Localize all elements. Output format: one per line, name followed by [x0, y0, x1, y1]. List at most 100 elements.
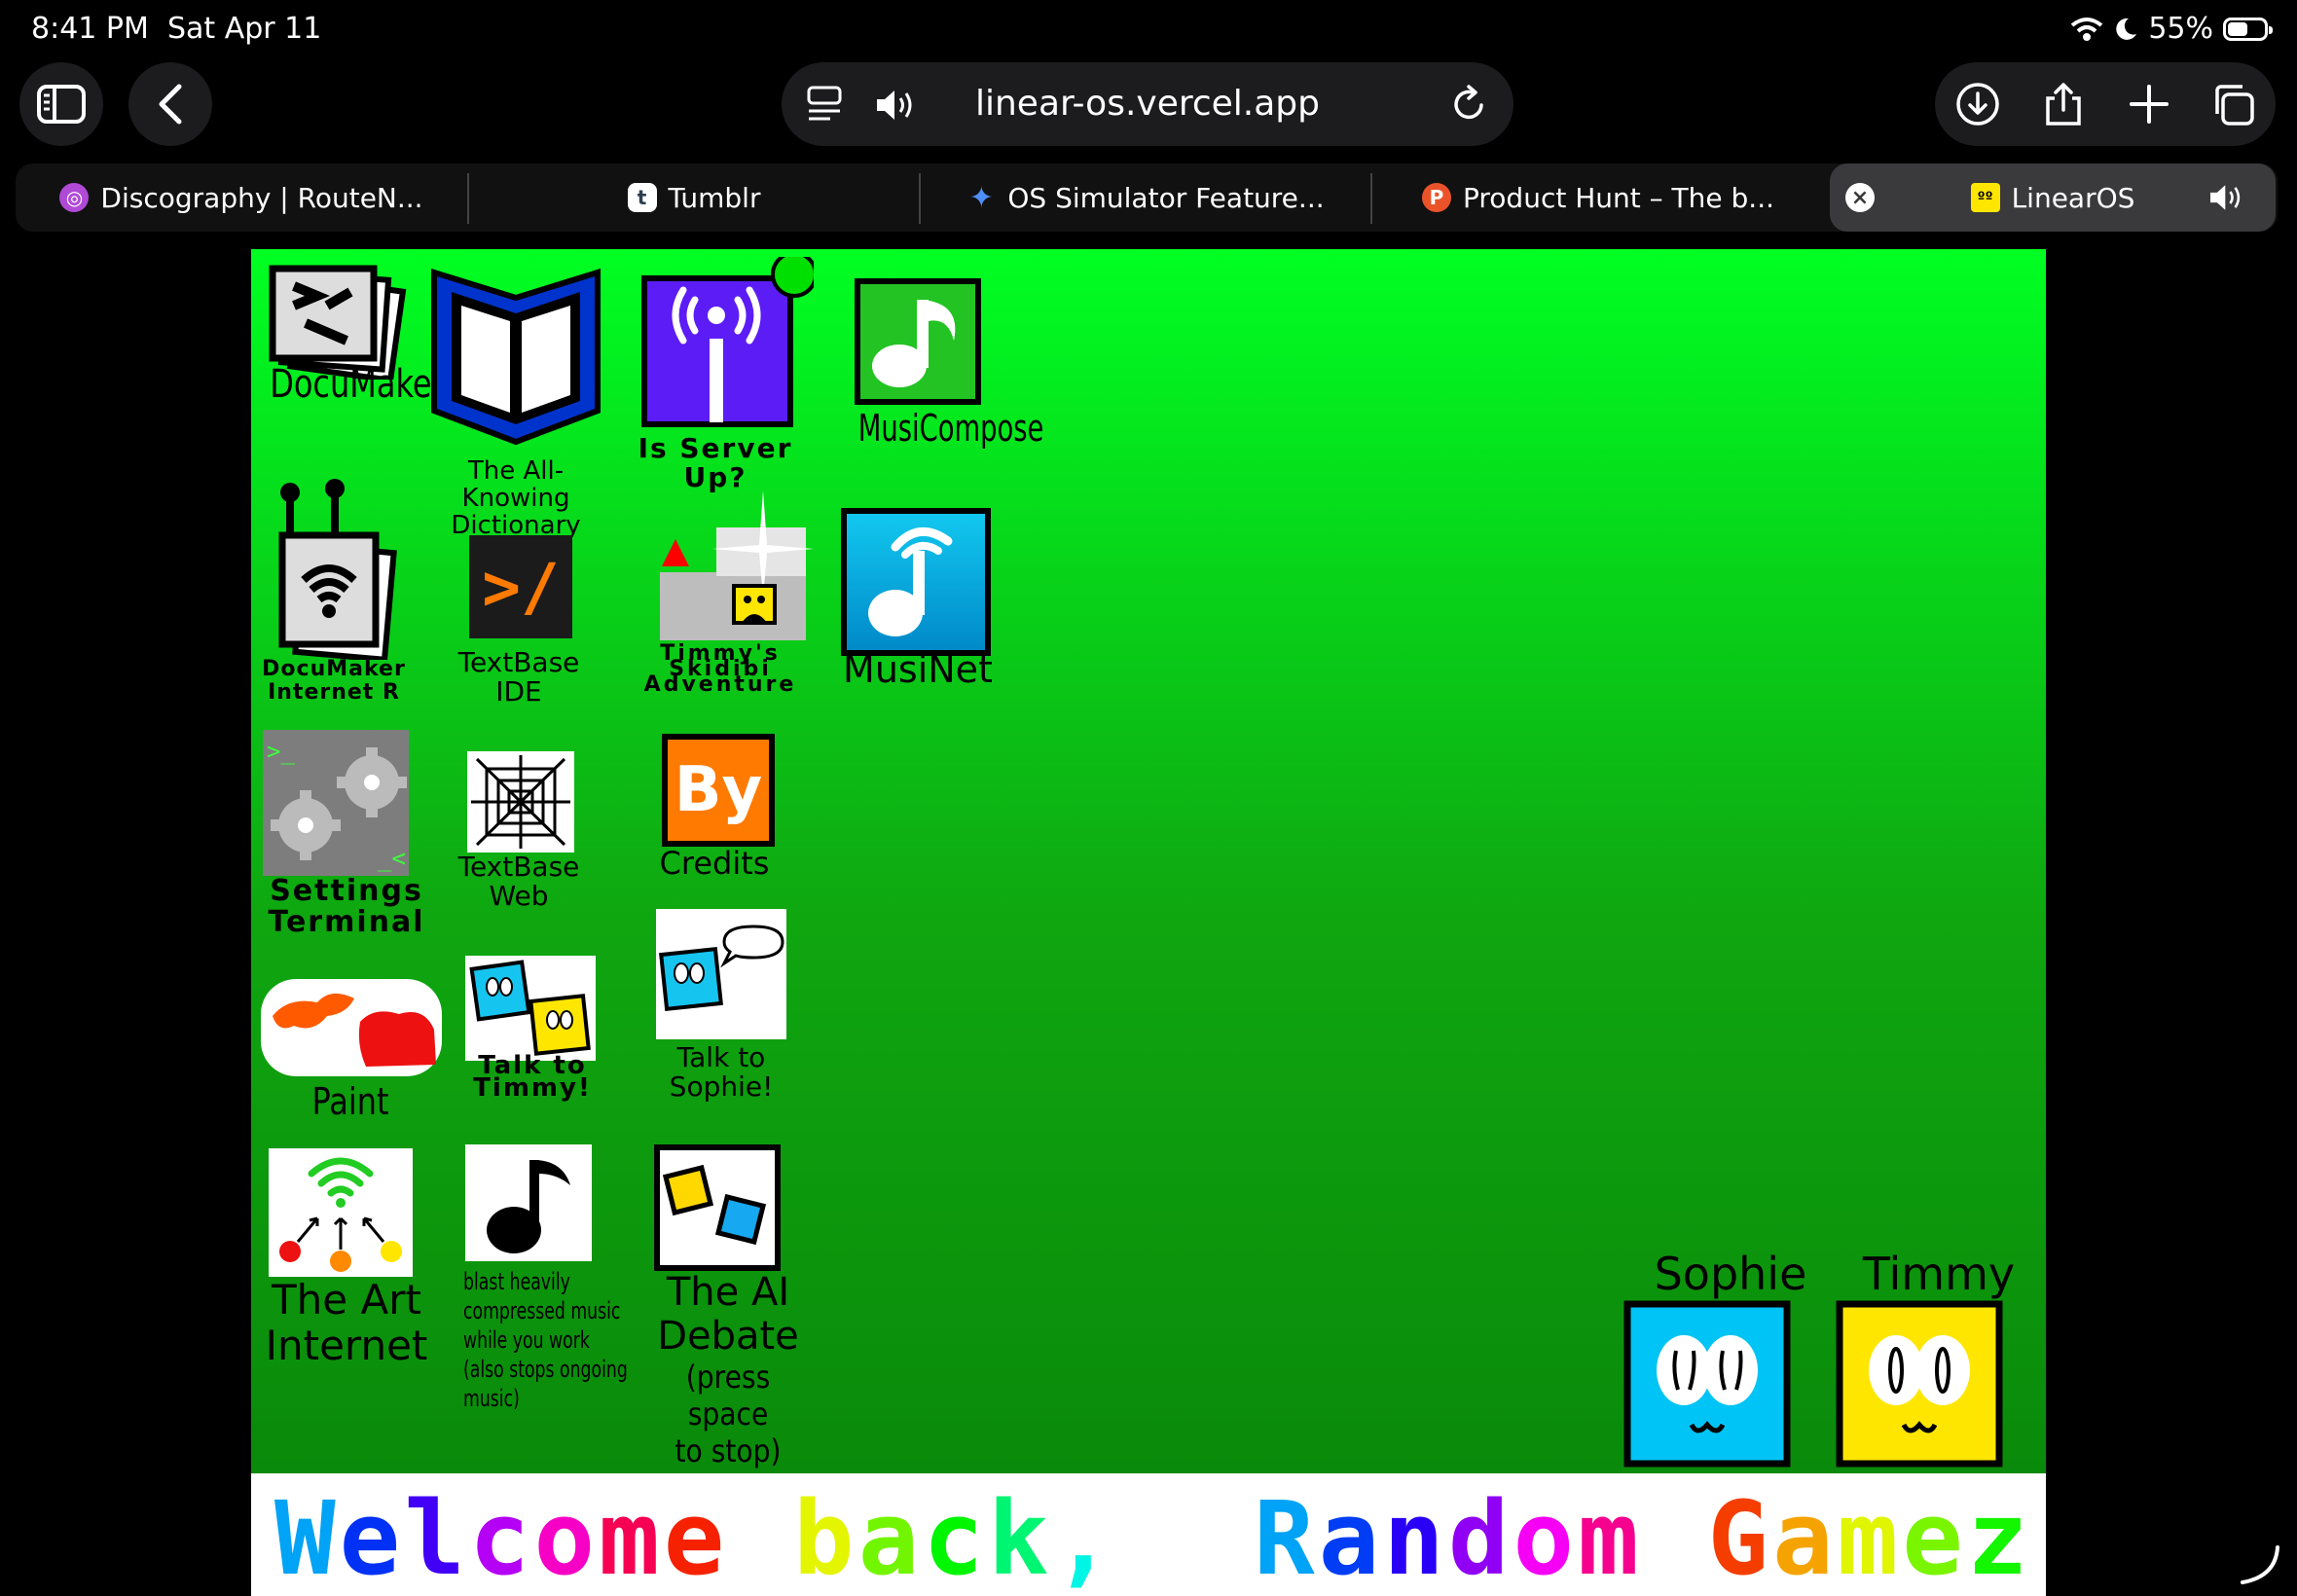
- blast-music-label-line: music): [463, 1385, 520, 1412]
- music-note-icon: [855, 278, 981, 405]
- timmy-name: Timmy: [1862, 1248, 2016, 1300]
- username-text: Random Gamez J: [1254, 1479, 2046, 1596]
- textbase-ide-label-line: TextBase: [457, 646, 580, 678]
- textbase-web-label: TextBase Web: [446, 852, 592, 911]
- status-bar: 8:41 PM Sat Apr 11 55%: [0, 0, 2297, 58]
- blast-music-label: blast heavily compressed music while you…: [463, 1267, 628, 1413]
- art-internet-label: The Art Internet: [251, 1277, 444, 1368]
- moon-icon: [2116, 18, 2137, 40]
- app-credits[interactable]: By Credits: [660, 734, 796, 899]
- welcome-letter: m: [1578, 1479, 1643, 1596]
- sophie-name: Sophie: [1654, 1248, 1807, 1300]
- server-label-line: Is Server: [638, 432, 793, 464]
- tab-product-hunt[interactable]: P Product Hunt – The b...: [1372, 163, 1824, 232]
- battery-icon: [2223, 17, 2273, 41]
- tab-linearos[interactable]: × ºº LinearOS: [1830, 163, 2276, 232]
- welcome-letter: z: [1966, 1479, 2032, 1596]
- settings-terminal-label-line: Settings: [270, 874, 423, 908]
- wifi-icon: [2071, 17, 2103, 41]
- welcome-letter: a: [1318, 1479, 1384, 1596]
- tab-label: Tumblr: [668, 181, 761, 214]
- app-textbase-web[interactable]: TextBase Web: [458, 751, 584, 926]
- tabs-overview-icon[interactable]: [2209, 81, 2256, 127]
- app-talk-to-sophie[interactable]: Talk to Sophie!: [656, 909, 792, 1113]
- reload-icon[interactable]: [1449, 84, 1488, 125]
- app-paint[interactable]: Paint: [259, 977, 450, 1143]
- tab-os-simulator[interactable]: ✦ OS Simulator Feature...: [921, 163, 1370, 232]
- quarter-note-icon: [465, 1144, 592, 1261]
- sidebar-toggle-button[interactable]: [19, 62, 103, 146]
- welcome-letter: R: [1254, 1479, 1319, 1596]
- app-art-internet[interactable]: The Art Internet: [266, 1148, 428, 1382]
- welcome-letter: e: [339, 1479, 405, 1596]
- linearos-icon: ºº: [1970, 183, 2000, 212]
- battery-fill: [2228, 21, 2247, 36]
- welcome-letter: m: [599, 1479, 664, 1596]
- chevron-left-icon: [159, 84, 182, 125]
- sophie-chat-icon: [656, 909, 786, 1039]
- welcome-letter: o: [1513, 1479, 1579, 1596]
- battery-percent: 55%: [2148, 12, 2213, 46]
- talk-to-sophie-label-line: Talk to: [676, 1041, 766, 1073]
- app-timmys-adventure[interactable]: Timmy's Skidibi Adventure: [619, 490, 823, 714]
- tab-label: Product Hunt – The b...: [1463, 181, 1774, 214]
- app-dictionary[interactable]: The All-Knowing Dictionary: [428, 263, 603, 539]
- app-documaker-internet[interactable]: DocuMaker Internet R: [261, 475, 417, 718]
- settings-terminal-label: Settings Terminal: [259, 874, 434, 939]
- debate-squares-icon: [654, 1144, 781, 1271]
- textbase-ide-label-line: IDE: [495, 675, 542, 708]
- tab-audio-icon[interactable]: [2207, 181, 2246, 214]
- timmys-adventure-label-line: Adventure: [643, 671, 797, 697]
- ai-debate-label-line: Debate: [657, 1313, 799, 1359]
- welcome-letter: c: [923, 1479, 988, 1596]
- app-musinet[interactable]: MusiNet: [841, 508, 997, 712]
- resize-corner[interactable]: [2239, 1543, 2281, 1586]
- welcome-letter: l: [404, 1479, 469, 1596]
- documaker-internet-label-line: DocuMaker: [262, 657, 406, 681]
- routenote-icon: ◎: [59, 183, 90, 212]
- welcome-text: Welcome back,: [274, 1479, 1117, 1596]
- documaker-internet-icon: [278, 479, 397, 664]
- documaker-internet-label: DocuMaker Internet R: [251, 658, 417, 705]
- welcome-letter: e: [663, 1479, 729, 1596]
- app-ai-debate[interactable]: The AI Debate (press space to stop): [654, 1144, 810, 1469]
- sophie-character[interactable]: [1623, 1300, 1791, 1468]
- app-settings-terminal[interactable]: >_ _< Settings Terminal: [263, 730, 428, 944]
- paint-label: Paint: [311, 1080, 389, 1123]
- welcome-letter: e: [1902, 1479, 1967, 1596]
- welcome-letter: W: [274, 1479, 340, 1596]
- blast-music-label-line: compressed music: [463, 1297, 621, 1324]
- timmys-adventure-label: Timmy's Skidibi Adventure: [613, 643, 827, 697]
- art-network-icon: [269, 1148, 413, 1277]
- share-icon[interactable]: [2040, 81, 2087, 127]
- documaker-label: DocuMaker: [270, 362, 445, 407]
- app-textbase-ide[interactable]: >/ TextBase IDE: [456, 535, 579, 720]
- terminal-code-icon: >/: [469, 535, 572, 638]
- new-tab-icon[interactable]: [2126, 81, 2172, 127]
- app-documaker[interactable]: DocuMaker: [259, 263, 445, 418]
- close-tab-icon[interactable]: ×: [1845, 183, 1875, 212]
- download-icon[interactable]: [1954, 81, 2001, 127]
- app-is-server-up[interactable]: Is Server Up?: [619, 251, 818, 500]
- ai-debate-label: The AI Debate (press space to stop): [640, 1271, 816, 1470]
- app-blast-music[interactable]: blast heavily compressed music while you…: [463, 1144, 631, 1417]
- musinet-label: MusiNet: [843, 648, 993, 691]
- welcome-letter: n: [1383, 1479, 1448, 1596]
- address-bar[interactable]: linear-os.vercel.app: [782, 62, 1513, 146]
- blast-music-label-line: blast heavily: [463, 1268, 570, 1295]
- tab-tumblr[interactable]: t Tumblr: [469, 163, 919, 232]
- timmy-character[interactable]: [1836, 1300, 2003, 1468]
- talk-to-timmy-label-line: Timmy!: [473, 1073, 592, 1104]
- talk-to-sophie-label-line: Sophie!: [669, 1070, 774, 1104]
- back-button[interactable]: [128, 62, 212, 146]
- welcome-letter: c: [468, 1479, 534, 1596]
- welcome-letter: m: [1837, 1479, 1903, 1596]
- app-musicompose[interactable]: MusiCompose: [855, 278, 1043, 473]
- app-talk-to-timmy[interactable]: Talk to Timmy!: [465, 956, 602, 1141]
- welcome-letter: G: [1707, 1479, 1772, 1596]
- textbase-ide-label: TextBase IDE: [446, 646, 592, 708]
- gemini-sparkle-icon: ✦: [968, 180, 994, 215]
- tumblr-icon: t: [627, 183, 657, 212]
- tab-routenote[interactable]: ◎ Discography | RouteN...: [16, 163, 467, 232]
- dictionary-label-line: The All-Knowing: [461, 456, 570, 514]
